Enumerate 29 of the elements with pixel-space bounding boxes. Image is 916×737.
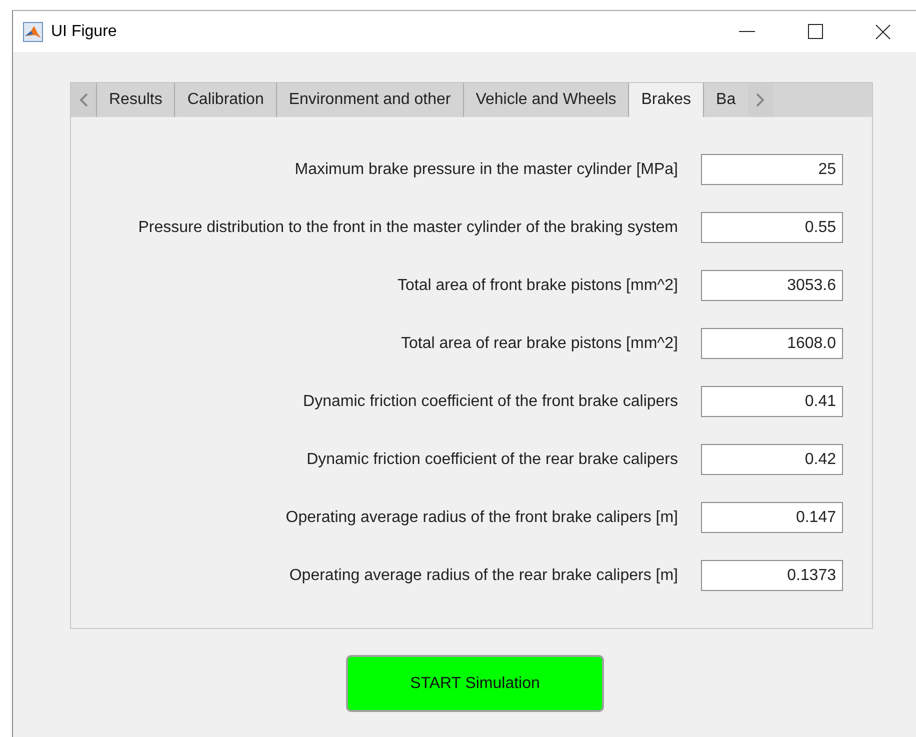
- tab[interactable]: Vehicle and Wheels: [462, 83, 628, 117]
- close-icon: [875, 24, 891, 40]
- field-label: Operating average radius of the rear brake calipers [m]: [289, 566, 678, 584]
- input-field[interactable]: 3053.6: [701, 270, 843, 301]
- field-label: Pressure distribution to the front in the master cylinder of the braking system: [138, 218, 678, 236]
- scroll-left-button[interactable]: [71, 83, 96, 117]
- tab[interactable]: Results: [96, 83, 174, 117]
- field-label: Maximum brake pressure in the master cylinder [MPa]: [294, 160, 678, 178]
- input-field[interactable]: 0.55: [701, 212, 843, 243]
- field-label: Dynamic friction coefficient of the front brake calipers: [303, 392, 678, 410]
- input-field[interactable]: 0.147: [701, 502, 843, 533]
- window-title: UI Figure: [51, 22, 118, 40]
- minimize-icon: [739, 30, 755, 32]
- input-field[interactable]: 0.41: [701, 386, 843, 417]
- input-field[interactable]: 1608.0: [701, 328, 843, 359]
- app-icon: [23, 22, 43, 42]
- field-label: Total area of rear brake pistons [mm^2]: [401, 334, 678, 352]
- input-field[interactable]: 0.1373: [701, 560, 843, 591]
- scroll-right-button[interactable]: [748, 83, 773, 117]
- start-button[interactable]: START Simulation: [346, 655, 604, 712]
- input-field[interactable]: 0.42: [701, 444, 843, 475]
- tab[interactable]: Brakes: [628, 83, 704, 117]
- field-label: Operating average radius of the front brake calipers [m]: [286, 508, 678, 526]
- chevron-left-icon: [78, 93, 88, 107]
- field-label: Dynamic friction coefficient of the rear brake calipers: [306, 450, 678, 468]
- field-label: Total area of front brake pistons [mm^2]: [397, 276, 678, 294]
- input-field[interactable]: 25: [701, 154, 843, 185]
- maximize-icon: [808, 24, 822, 39]
- chevron-right-icon: [755, 93, 766, 107]
